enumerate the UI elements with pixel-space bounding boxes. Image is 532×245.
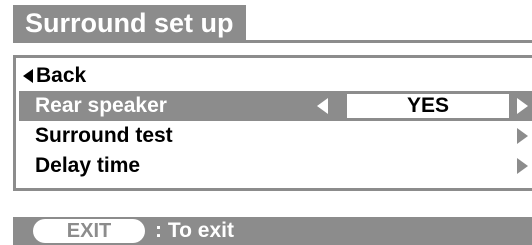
back-label: Back (36, 64, 87, 87)
title-divider (13, 40, 532, 43)
menu-item-label: Rear speaker (35, 94, 167, 117)
increase-arrow-icon[interactable] (517, 98, 528, 114)
submenu-arrow-icon (517, 128, 528, 144)
exit-hint-text: : To exit (155, 219, 234, 242)
menu-item-rear-speaker[interactable]: Rear speaker YES (19, 91, 532, 121)
exit-button-label: EXIT (66, 220, 112, 242)
page-title-text: Surround set up (25, 8, 234, 38)
exit-hint-bar: EXIT : To exit (13, 217, 532, 245)
menu-panel: Back Rear speaker YES Surround test Dela… (13, 55, 532, 191)
menu-item-delay-time[interactable]: Delay time (19, 151, 532, 181)
back-menu-item[interactable]: Back (19, 61, 532, 91)
page-title: Surround set up (13, 5, 246, 42)
menu-item-surround-test[interactable]: Surround test (19, 121, 532, 151)
rear-speaker-value-text: YES (406, 94, 450, 117)
menu-item-label: Delay time (35, 154, 141, 177)
menu-item-label: Surround test (35, 124, 173, 147)
decrease-arrow-icon[interactable] (317, 98, 328, 114)
submenu-arrow-icon (517, 158, 528, 174)
rear-speaker-value[interactable]: YES (347, 94, 509, 118)
back-arrow-icon (23, 69, 33, 83)
exit-button[interactable]: EXIT (33, 219, 145, 243)
